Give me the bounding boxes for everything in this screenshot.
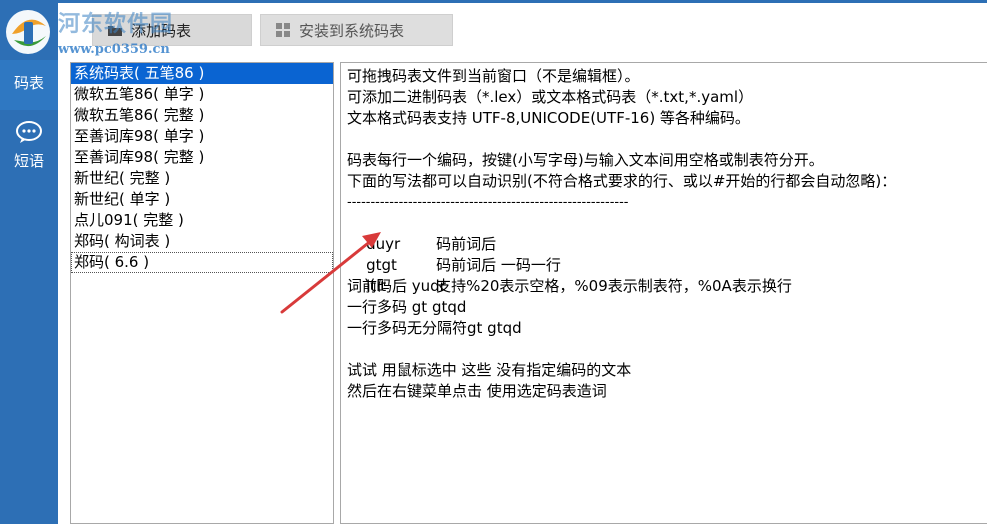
top-accent-line <box>58 0 987 3</box>
text-line: 下面的写法都可以自动识别(不符合格式要求的行、或以#开始的行都会自动忽略)： <box>347 172 897 190</box>
list-item[interactable]: 微软五笔86( 完整 ) <box>71 105 333 126</box>
list-item[interactable]: 点儿091( 完整 ) <box>71 210 333 231</box>
text-line: 试试 用鼠标选中 这些 没有指定编码的文本 <box>347 361 632 379</box>
example-text: 码前词后 一码一行 <box>436 256 561 274</box>
sidebar-item-label: 码表 <box>13 74 44 92</box>
add-table-label: 添加码表 <box>131 21 192 40</box>
list-item[interactable]: 至善词库98( 完整 ) <box>71 147 333 168</box>
sidebar-item-codetable[interactable]: 码表 <box>0 60 58 110</box>
watermark-url: www.pc0359.cn <box>58 42 170 57</box>
sidebar: 码表 短语 <box>0 0 58 524</box>
text-line: 可拖拽码表文件到当前窗口（不是编辑框）。 <box>347 67 640 85</box>
text-line <box>347 129 987 150</box>
code-table-list[interactable]: 系统码表( 五笔86 ) 微软五笔86( 单字 ) 微软五笔86( 完整 ) 至… <box>70 62 334 524</box>
example-line: duyr 码前词后 <box>347 213 987 253</box>
example-code: duyr <box>366 235 401 253</box>
install-label: 安装到系统码表 <box>299 21 405 40</box>
text-editor[interactable]: 可拖拽码表文件到当前窗口（不是编辑框）。 可添加二进制码表（*.lex）或文本格… <box>340 62 987 524</box>
list-item[interactable]: 至善词库98( 单字 ) <box>71 126 333 147</box>
separator-line: ----------------------------------------… <box>347 195 629 210</box>
text-line: 码表每行一个编码，按键(小写字母)与输入文本间用空格或制表符分开。 <box>347 151 824 169</box>
sidebar-item-phrase[interactable]: 短语 <box>0 120 58 178</box>
list-item[interactable]: 系统码表( 五笔86 ) <box>71 63 333 84</box>
chat-bubble-icon <box>0 120 58 148</box>
text-line: 可添加二进制码表（*.lex）或文本格式码表（*.txt,*.yaml） <box>347 88 754 106</box>
sidebar-item-label: 短语 <box>13 152 44 170</box>
text-line <box>347 339 987 360</box>
windows-icon <box>275 22 291 38</box>
folder-icon <box>107 23 123 37</box>
list-item[interactable]: 郑码( 构词表 ) <box>71 231 333 252</box>
example-text: 支持%20表示空格，%09表示制表符，%0A表示换行 <box>436 277 792 295</box>
text-line: 一行多码无分隔符gt gtqd <box>347 319 522 337</box>
list-item[interactable]: 郑码( 6.6 ) <box>71 252 333 273</box>
example-code: gtgt <box>366 256 397 274</box>
list-item[interactable]: 微软五笔86( 单字 ) <box>71 84 333 105</box>
text-line: 文本格式码表支持 UTF-8,UNICODE(UTF-16) 等各种编码。 <box>347 109 750 127</box>
list-item[interactable]: 新世纪( 完整 ) <box>71 168 333 189</box>
app-logo <box>2 4 56 60</box>
text-line: 然后在右键菜单点击 使用选定码表造词 <box>347 382 607 400</box>
example-text: 码前词后 <box>436 235 497 253</box>
list-item[interactable]: 新世纪( 单字 ) <box>71 189 333 210</box>
text-line: 一行多码 gt gtqd <box>347 298 467 316</box>
install-to-system-button[interactable]: 安装到系统码表 <box>260 14 453 46</box>
